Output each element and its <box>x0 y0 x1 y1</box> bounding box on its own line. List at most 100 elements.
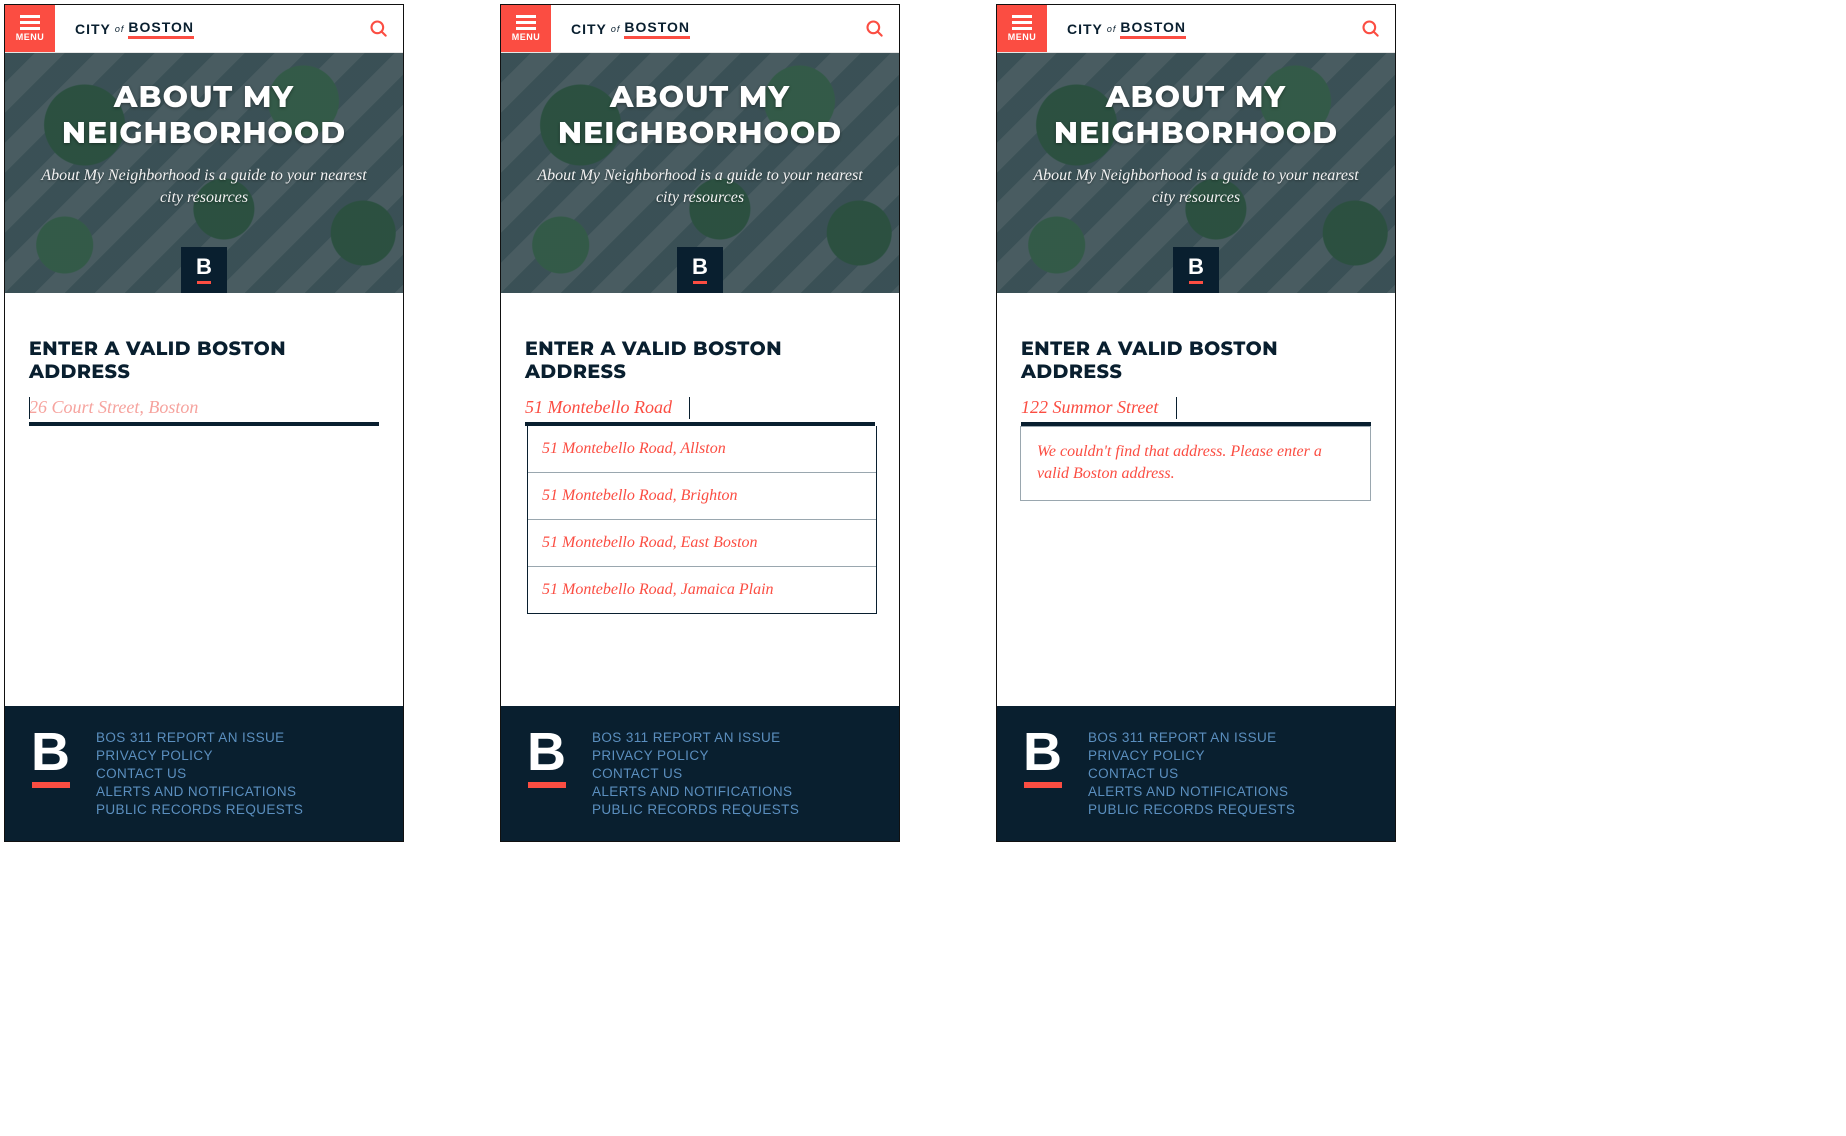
suggestion-item[interactable]: 51 Montebello Road, East Boston <box>528 519 876 566</box>
error-message: We couldn't find that address. Please en… <box>1020 426 1371 501</box>
footer-link[interactable]: BOS 311 REPORT AN ISSUE <box>1088 730 1295 745</box>
app-header: MENU CITY of BOSTON <box>5 5 403 53</box>
phone-screen-1: MENU CITY of BOSTON ABOUT MY NEIGHBORHOO… <box>4 4 404 842</box>
footer-link[interactable]: CONTACT US <box>1088 766 1295 781</box>
app-header: MENU CITY of BOSTON <box>997 5 1395 53</box>
hero-subtitle: About My Neighborhood is a guide to your… <box>29 165 379 210</box>
brand-city: CITY <box>571 21 607 37</box>
footer-logo: B <box>31 730 70 788</box>
text-cursor <box>29 397 30 419</box>
address-input-wrap <box>29 393 379 426</box>
search-icon <box>865 19 885 39</box>
footer-link[interactable]: ALERTS AND NOTIFICATIONS <box>96 784 303 799</box>
menu-label: MENU <box>512 32 541 42</box>
footer-logo: B <box>527 730 566 788</box>
suggestion-item[interactable]: 51 Montebello Road, Allston <box>528 426 876 472</box>
hero-badge: B <box>181 247 227 293</box>
footer-link[interactable]: BOS 311 REPORT AN ISSUE <box>592 730 799 745</box>
suggestion-item[interactable]: 51 Montebello Road, Brighton <box>528 472 876 519</box>
footer-link[interactable]: ALERTS AND NOTIFICATIONS <box>1088 784 1295 799</box>
brand-boston: BOSTON <box>1120 19 1186 39</box>
brand-city: CITY <box>1067 21 1103 37</box>
address-prompt: ENTER A VALID BOSTON ADDRESS <box>1021 337 1371 383</box>
hero-subtitle: About My Neighborhood is a guide to your… <box>525 165 875 210</box>
app-footer: B BOS 311 REPORT AN ISSUE PRIVACY POLICY C… <box>997 706 1395 841</box>
search-icon <box>369 19 389 39</box>
address-input[interactable] <box>1021 393 1371 426</box>
main-content: ENTER A VALID BOSTON ADDRESS 51 Montebel… <box>501 293 899 706</box>
menu-label: MENU <box>1008 32 1037 42</box>
footer-links: BOS 311 REPORT AN ISSUE PRIVACY POLICY CON… <box>592 730 799 817</box>
b-logo-letter: B <box>31 730 70 776</box>
b-logo-underline <box>1189 281 1203 284</box>
menu-button[interactable]: MENU <box>501 5 551 52</box>
address-prompt: ENTER A VALID BOSTON ADDRESS <box>525 337 875 383</box>
brand-of: of <box>115 24 125 34</box>
app-footer: B BOS 311 REPORT AN ISSUE PRIVACY POLICY C… <box>5 706 403 841</box>
b-logo-letter: B <box>692 256 708 278</box>
footer-link[interactable]: PUBLIC RECORDS REQUESTS <box>1088 802 1295 817</box>
brand-logo[interactable]: CITY of BOSTON <box>1047 5 1347 52</box>
footer-link[interactable]: ALERTS AND NOTIFICATIONS <box>592 784 799 799</box>
hamburger-icon <box>516 15 536 30</box>
address-input-wrap <box>525 393 875 426</box>
footer-links: BOS 311 REPORT AN ISSUE PRIVACY POLICY CON… <box>96 730 303 817</box>
footer-link[interactable]: CONTACT US <box>592 766 799 781</box>
b-logo-underline <box>32 782 70 788</box>
footer-link[interactable]: PUBLIC RECORDS REQUESTS <box>592 802 799 817</box>
hero-banner: ABOUT MY NEIGHBORHOOD About My Neighborh… <box>501 53 899 293</box>
search-button[interactable] <box>851 5 899 52</box>
hero-banner: ABOUT MY NEIGHBORHOOD About My Neighborh… <box>997 53 1395 293</box>
app-footer: B BOS 311 REPORT AN ISSUE PRIVACY POLICY C… <box>501 706 899 841</box>
b-logo-letter: B <box>1023 730 1062 776</box>
brand-of: of <box>1107 24 1117 34</box>
brand-boston: BOSTON <box>128 19 194 39</box>
footer-link[interactable]: PUBLIC RECORDS REQUESTS <box>96 802 303 817</box>
brand-boston: BOSTON <box>624 19 690 39</box>
footer-link[interactable]: PRIVACY POLICY <box>96 748 303 763</box>
hero-badge: B <box>1173 247 1219 293</box>
footer-links: BOS 311 REPORT AN ISSUE PRIVACY POLICY CON… <box>1088 730 1295 817</box>
address-input-wrap <box>1021 393 1371 426</box>
brand-logo[interactable]: CITY of BOSTON <box>55 5 355 52</box>
main-content: ENTER A VALID BOSTON ADDRESS We couldn't… <box>997 293 1395 706</box>
main-content: ENTER A VALID BOSTON ADDRESS <box>5 293 403 706</box>
brand-city: CITY <box>75 21 111 37</box>
brand-logo[interactable]: CITY of BOSTON <box>551 5 851 52</box>
b-logo-letter: B <box>1188 256 1204 278</box>
app-header: MENU CITY of BOSTON <box>501 5 899 53</box>
b-logo-underline <box>1024 782 1062 788</box>
search-button[interactable] <box>1347 5 1395 52</box>
footer-link[interactable]: CONTACT US <box>96 766 303 781</box>
address-input[interactable] <box>525 393 875 426</box>
footer-link[interactable]: BOS 311 REPORT AN ISSUE <box>96 730 303 745</box>
hero-badge: B <box>677 247 723 293</box>
phone-screen-3: MENU CITY of BOSTON ABOUT MY NEIGHBORHOO… <box>996 4 1396 842</box>
hero-title: ABOUT MY NEIGHBORHOOD <box>29 79 379 151</box>
menu-label: MENU <box>16 32 45 42</box>
menu-button[interactable]: MENU <box>997 5 1047 52</box>
footer-link[interactable]: PRIVACY POLICY <box>592 748 799 763</box>
hero-title: ABOUT MY NEIGHBORHOOD <box>525 79 875 151</box>
address-input[interactable] <box>29 393 379 426</box>
footer-link[interactable]: PRIVACY POLICY <box>1088 748 1295 763</box>
hamburger-icon <box>1012 15 1032 30</box>
search-icon <box>1361 19 1381 39</box>
hero-banner: ABOUT MY NEIGHBORHOOD About My Neighborh… <box>5 53 403 293</box>
b-logo-letter: B <box>196 256 212 278</box>
menu-button[interactable]: MENU <box>5 5 55 52</box>
b-logo-underline <box>197 281 211 284</box>
search-button[interactable] <box>355 5 403 52</box>
suggestions-list: 51 Montebello Road, Allston51 Montebello… <box>527 426 877 614</box>
suggestion-item[interactable]: 51 Montebello Road, Jamaica Plain <box>528 566 876 613</box>
address-prompt: ENTER A VALID BOSTON ADDRESS <box>29 337 379 383</box>
text-cursor <box>689 397 690 419</box>
hamburger-icon <box>20 15 40 30</box>
phone-screen-2: MENU CITY of BOSTON ABOUT MY NEIGHBORHOO… <box>500 4 900 842</box>
hero-subtitle: About My Neighborhood is a guide to your… <box>1021 165 1371 210</box>
b-logo-underline <box>528 782 566 788</box>
hero-title: ABOUT MY NEIGHBORHOOD <box>1021 79 1371 151</box>
b-logo-underline <box>693 281 707 284</box>
brand-of: of <box>611 24 621 34</box>
footer-logo: B <box>1023 730 1062 788</box>
